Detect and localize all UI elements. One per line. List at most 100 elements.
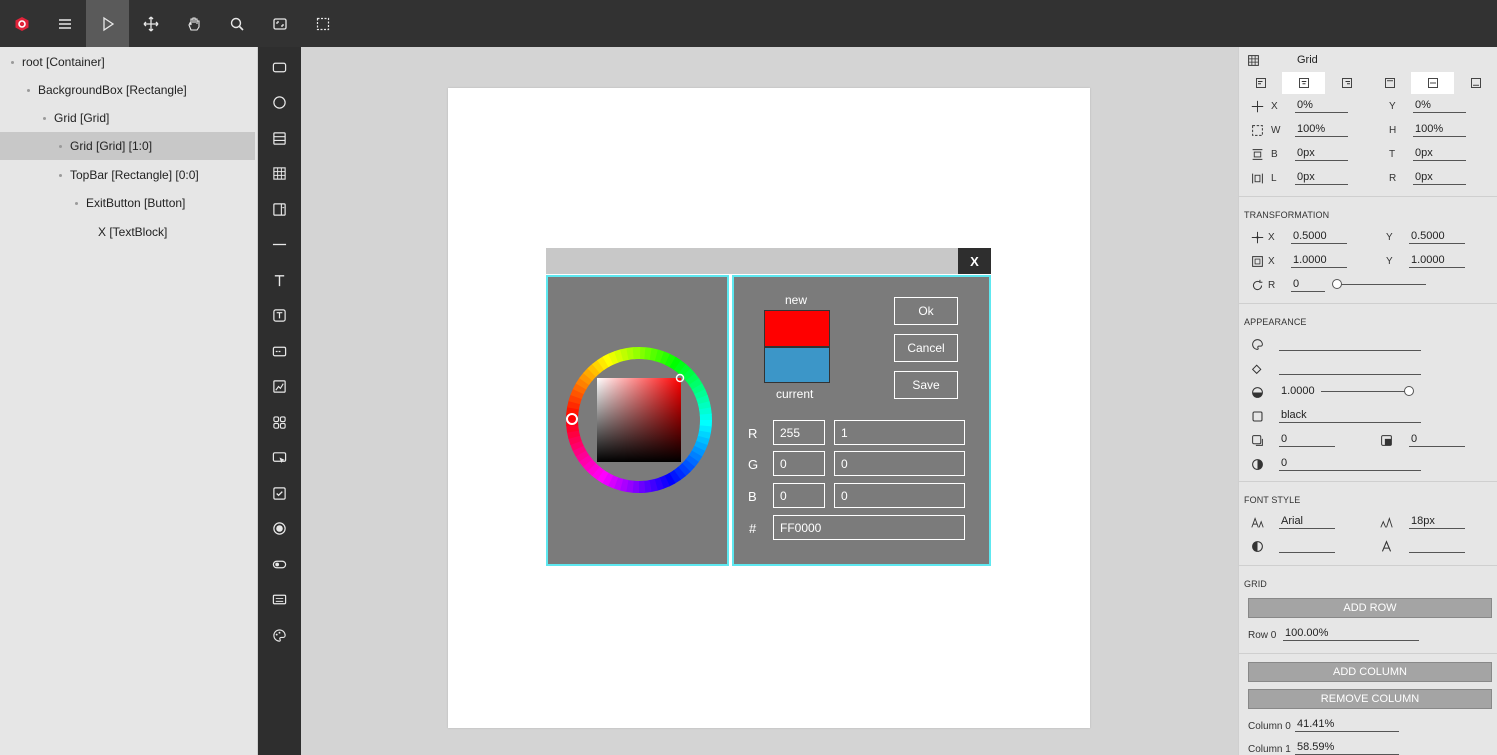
t-label: T xyxy=(1389,149,1396,160)
ok-button[interactable]: Ok xyxy=(894,297,958,325)
width-input[interactable]: 100% xyxy=(1295,122,1348,137)
menu-icon[interactable] xyxy=(43,0,86,47)
grid-heading: GRID xyxy=(1244,579,1267,589)
tree-item-topbar[interactable]: TopBar [Rectangle] [0:0] xyxy=(0,161,255,189)
padding-bottom-input[interactable]: 0px xyxy=(1295,146,1348,161)
background-input[interactable] xyxy=(1279,360,1421,375)
blue-label: B xyxy=(748,489,757,504)
scale-x-input[interactable]: 1.0000 xyxy=(1291,253,1347,268)
blue-float-input[interactable]: 0 xyxy=(834,483,965,508)
radio-tool-icon[interactable] xyxy=(258,513,301,543)
select-arrow-icon[interactable] xyxy=(86,0,129,47)
remove-column-button[interactable]: REMOVE COLUMN xyxy=(1248,689,1492,709)
font-size-input[interactable]: 18px xyxy=(1409,514,1465,529)
dialog-title-bar[interactable] xyxy=(546,248,991,274)
tree-bullet-icon xyxy=(11,60,14,64)
add-column-button[interactable]: ADD COLUMN xyxy=(1248,662,1492,682)
grid-container-tool-icon[interactable] xyxy=(258,407,301,437)
padding-top-input[interactable]: 0px xyxy=(1413,146,1466,161)
scale-y-input[interactable]: 1.0000 xyxy=(1409,253,1465,268)
y-input[interactable]: 0% xyxy=(1413,98,1466,113)
grid-tool-icon[interactable] xyxy=(258,158,301,188)
align-top-tab[interactable] xyxy=(1368,72,1411,94)
color-picker-tool-icon[interactable] xyxy=(258,620,301,650)
shadow-offset-input[interactable]: 0 xyxy=(1279,432,1335,447)
text-tool-icon[interactable] xyxy=(258,265,301,295)
origin-x-input[interactable]: 0.5000 xyxy=(1291,229,1347,244)
tree-item-x-textblock[interactable]: X [TextBlock] xyxy=(0,218,255,246)
padding-left-input[interactable]: 0px xyxy=(1295,170,1348,185)
dialog-close-button[interactable]: X xyxy=(958,248,991,274)
align-right-tab[interactable] xyxy=(1325,72,1368,94)
logo-icon[interactable] xyxy=(0,0,43,47)
toggle-tool-icon[interactable] xyxy=(258,549,301,579)
tree-item-background-box[interactable]: BackgroundBox [Rectangle] xyxy=(0,76,255,104)
tree-item-label: ExitButton [Button] xyxy=(86,196,186,210)
rotation-slider-handle[interactable] xyxy=(1332,279,1342,289)
rotation-slider-track[interactable] xyxy=(1335,284,1426,285)
hex-label: # xyxy=(749,521,757,536)
hex-input[interactable]: FF0000 xyxy=(773,515,965,540)
checkbox-tool-icon[interactable] xyxy=(258,478,301,508)
move-icon[interactable] xyxy=(129,0,172,47)
font-weight-input[interactable] xyxy=(1279,538,1335,553)
padding-right-input[interactable]: 0px xyxy=(1413,170,1466,185)
origin-y-input[interactable]: 0.5000 xyxy=(1409,229,1465,244)
align-left-tab[interactable] xyxy=(1239,72,1282,94)
line-tool-icon[interactable] xyxy=(258,229,301,259)
tree-item-grid-1-0[interactable]: Grid [Grid] [1:0] xyxy=(0,132,255,160)
height-input[interactable]: 100% xyxy=(1413,122,1466,137)
red-float-input[interactable]: 1 xyxy=(834,420,965,445)
tree-item-root[interactable]: root [Container] xyxy=(0,48,255,76)
font-family-input[interactable]: Arial xyxy=(1279,514,1335,529)
align-middle-tab[interactable] xyxy=(1411,72,1454,94)
panel-tool-icon[interactable] xyxy=(258,194,301,224)
search-icon[interactable] xyxy=(215,0,258,47)
red-int-input[interactable]: 255 xyxy=(773,420,825,445)
cancel-button[interactable]: Cancel xyxy=(894,334,958,362)
row-0-input[interactable]: 100.00% xyxy=(1283,626,1419,641)
origin-y-label: Y xyxy=(1386,232,1393,243)
alpha-slider-track[interactable] xyxy=(1321,391,1411,392)
textbox-tool-icon[interactable] xyxy=(258,300,301,330)
column-1-input[interactable]: 58.59% xyxy=(1295,740,1399,755)
green-int-input[interactable]: 0 xyxy=(773,451,825,476)
grid-icon xyxy=(1246,53,1260,67)
rectangle-tool-icon[interactable] xyxy=(258,52,301,82)
font-family-icon xyxy=(1250,515,1264,529)
keyboard-tool-icon[interactable] xyxy=(258,584,301,614)
save-button[interactable]: Save xyxy=(894,371,958,399)
rotation-input[interactable]: 0 xyxy=(1291,277,1325,292)
outline-width-input[interactable]: 0 xyxy=(1279,456,1421,471)
green-label: G xyxy=(748,457,759,472)
ellipse-tool-icon[interactable] xyxy=(258,87,301,117)
align-center-tab[interactable] xyxy=(1282,72,1325,94)
input-tool-icon[interactable] xyxy=(258,336,301,366)
alpha-input[interactable]: 1.0000 xyxy=(1279,384,1315,399)
font-style-input[interactable] xyxy=(1409,538,1465,553)
color-input[interactable]: black xyxy=(1279,408,1421,423)
image-tool-icon[interactable] xyxy=(258,371,301,401)
add-row-button[interactable]: ADD ROW xyxy=(1248,598,1492,618)
tree-item-grid[interactable]: Grid [Grid] xyxy=(0,104,255,132)
divider xyxy=(1239,653,1497,654)
divider xyxy=(1239,303,1497,304)
stack-tool-icon[interactable] xyxy=(258,123,301,153)
design-canvas[interactable]: X new current Ok Cancel Save R 255 1 G 0… xyxy=(301,47,1238,755)
column-0-input[interactable]: 41.41% xyxy=(1295,717,1399,732)
fill-color-input[interactable] xyxy=(1279,336,1421,351)
x-input[interactable]: 0% xyxy=(1295,98,1348,113)
frame-icon[interactable] xyxy=(258,0,301,47)
selection-marquee-icon[interactable] xyxy=(301,0,344,47)
divider xyxy=(1239,565,1497,566)
hand-icon[interactable] xyxy=(172,0,215,47)
green-float-input[interactable]: 0 xyxy=(834,451,965,476)
align-bottom-tab[interactable] xyxy=(1454,72,1497,94)
blue-int-input[interactable]: 0 xyxy=(773,483,825,508)
rotation-icon xyxy=(1250,278,1264,292)
color-wheel[interactable] xyxy=(564,345,714,495)
shadow-blur-input[interactable]: 0 xyxy=(1409,432,1465,447)
button-tool-icon[interactable] xyxy=(258,442,301,472)
tree-item-exit-button[interactable]: ExitButton [Button] xyxy=(0,189,255,217)
alpha-slider-handle[interactable] xyxy=(1404,386,1414,396)
